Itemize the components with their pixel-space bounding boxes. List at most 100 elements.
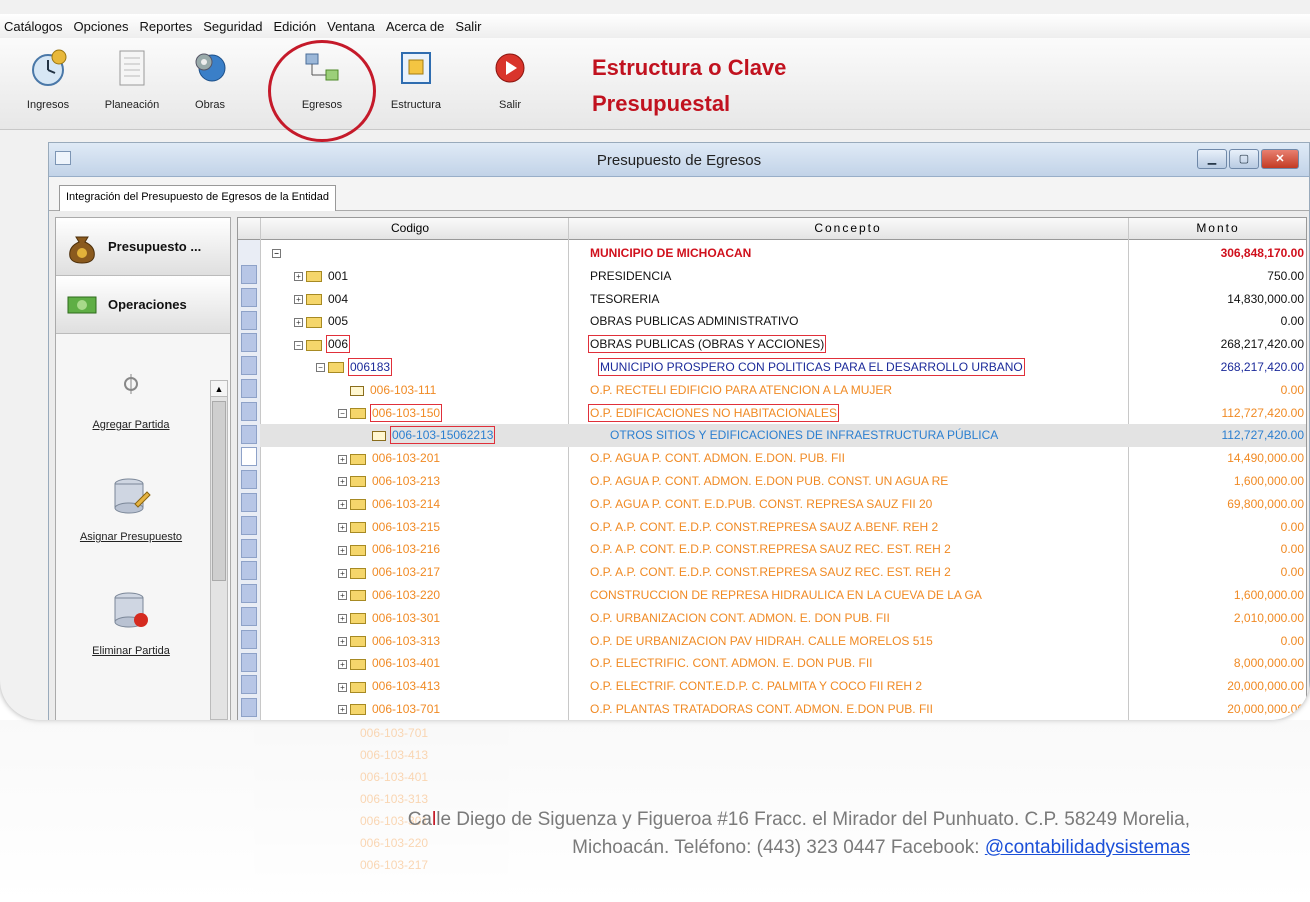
tree-row[interactable]: +006-103-216 O.P. A.P. CONT. E.D.P. CONST… [260,538,1306,561]
nav-presupuesto[interactable]: Presupuesto ... [56,218,230,276]
row-selector[interactable] [241,675,257,695]
tree-row[interactable]: +006-103-201 O.P. AGUA P. CONT. ADMON. E.… [260,447,1306,470]
menu-acerca-de[interactable]: Acerca de [386,19,445,34]
row-selector[interactable] [241,424,257,444]
collapse-icon[interactable]: − [338,408,347,418]
row-amount: 1,600,000.00 [1233,588,1304,602]
expand-icon[interactable]: + [338,659,347,669]
menu-ventana[interactable]: Ventana [327,19,375,34]
tree-row[interactable]: − 006 OBRAS PUBLICAS (OBRAS Y ACCIONES) 268… [260,333,1306,356]
agregar-partida-action[interactable]: Agregar Partida [56,362,206,431]
expand-icon[interactable]: + [338,522,347,532]
tree-row[interactable]: +005 OBRAS PUBLICAS ADMINISTRATIVO 0.00 [260,310,1306,333]
tree-row[interactable]: +006-103-701 O.P. PLANTAS TRATADORAS CONT… [260,698,1306,720]
salir-button[interactable]: Salir [470,48,550,111]
row-selector[interactable] [241,515,257,535]
expand-icon[interactable]: + [338,500,347,510]
estructura-button[interactable]: Estructura [376,48,456,111]
row-selector[interactable] [241,607,257,626]
row-selector[interactable] [241,401,257,421]
row-selector[interactable] [241,584,257,604]
obras-button[interactable]: Obras [170,48,250,111]
expand-icon[interactable]: + [338,682,347,692]
tree-row[interactable]: +006-103-215 O.P. A.P. CONT. E.D.P. CONST… [260,516,1306,539]
menu-edicion[interactable]: Edición [274,19,317,34]
row-code: 006-103-214 [372,496,441,511]
row-selector[interactable] [241,470,257,490]
tree-row[interactable]: − 006183 MUNICIPIO PROSPERO CON POLITICAS … [260,356,1306,379]
menu-seguridad[interactable]: Seguridad [203,19,262,34]
ingresos-button[interactable]: Ingresos [8,48,88,111]
row-selector[interactable] [241,652,257,672]
tree-row[interactable]: +006-103-214 O.P. AGUA P. CONT. E.D.PUB. … [260,493,1306,516]
row-selector[interactable] [241,538,257,558]
folder-icon [350,407,366,419]
tab-integracion[interactable]: Integración del Presupuesto de Egresos d… [59,185,336,211]
folder-icon [350,499,366,511]
tree-row[interactable]: +006-103-220 CONSTRUCCION DE REPRESA HIDR… [260,584,1306,607]
expand-icon[interactable]: + [338,454,347,464]
expand-icon[interactable]: + [338,545,347,555]
tree-row[interactable]: +006-103-111 O.P. RECTELI EDIFICIO PARA A… [260,379,1306,402]
col-header-monto[interactable]: Monto [1128,221,1306,235]
tree-row[interactable]: +006-103-313 O.P. DE URBANIZACION PAV HID… [260,630,1306,653]
row-code-cell: +006-103-213 [338,474,440,488]
row-selector[interactable] [241,698,257,718]
maximize-button[interactable]: ▢ [1229,149,1259,169]
row-code: 006-103-220 [372,588,441,602]
menu-reportes[interactable]: Reportes [139,19,192,34]
row-selector[interactable] [241,310,257,330]
row-selector[interactable] [241,287,257,307]
row-selector[interactable] [241,379,257,398]
col-header-concepto[interactable]: Concepto [568,221,1128,235]
nav-scrollbar[interactable]: ▲ [210,380,228,720]
asignar-presupuesto-action[interactable]: Asignar Presupuesto [56,474,206,543]
collapse-icon[interactable]: − [294,340,303,350]
tree-row[interactable]: +006-103-413 O.P. ELECTRIF. CONT.E.D.P. C… [260,675,1306,698]
row-selector[interactable] [241,493,257,512]
tree-row[interactable]: +006-103-15062213 OTROS SITIOS Y EDIFICAC… [260,424,1306,448]
expand-icon[interactable]: + [338,477,347,487]
row-amount: 69,800,000.00 [1227,496,1304,511]
planeacion-button[interactable]: Planeación [92,48,172,111]
collapse-icon[interactable]: − [272,249,281,259]
tree-row[interactable]: +004 TESORERIA 14,830,000.00 [260,288,1306,311]
row-selector[interactable] [241,356,257,376]
row-code-cell: +006-103-701 [338,702,440,716]
eliminar-partida-action[interactable]: Eliminar Partida [56,588,206,657]
tree-row[interactable]: +006-103-301 O.P. URBANIZACION CONT. ADMO… [260,607,1306,630]
tree-row[interactable]: − MUNICIPIO DE MICHOACAN 306,848,170.00 [260,242,1306,265]
row-selector[interactable] [241,561,257,581]
scroll-thumb[interactable] [212,401,226,581]
row-concept: O.P. EDIFICACIONES NO HABITACIONALES [588,403,839,422]
expand-icon[interactable]: + [294,317,303,327]
row-selector[interactable] [241,333,257,353]
expand-icon[interactable]: + [338,705,347,715]
row-selector[interactable] [241,629,257,649]
col-header-codigo[interactable]: Codigo [260,221,560,235]
menu-opciones[interactable]: Opciones [74,19,129,34]
tree-row[interactable]: − 006-103-150 O.P. EDIFICACIONES NO HABITA… [260,402,1306,425]
row-selector[interactable] [241,447,257,467]
expand-icon[interactable]: + [338,591,347,601]
tree-row[interactable]: +006-103-217 O.P. A.P. CONT. E.D.P. CONST… [260,561,1306,584]
scroll-up-arrow-icon[interactable]: ▲ [211,381,227,397]
folder-icon [306,339,322,351]
tree-row[interactable]: +006-103-401 O.P. ELECTRIFIC. CONT. ADMON… [260,652,1306,675]
expand-icon[interactable]: + [294,294,303,304]
close-button[interactable]: ✕ [1261,149,1299,169]
expand-icon[interactable]: + [294,272,303,282]
facebook-link[interactable]: @contabilidadysistemas [985,837,1190,858]
row-selector[interactable] [241,265,257,284]
menu-salir[interactable]: Salir [455,19,481,34]
tree-row[interactable]: +006-103-213 O.P. AGUA P. CONT. ADMON. E.… [260,470,1306,493]
expand-icon[interactable]: + [338,614,347,624]
menu-catalogos[interactable]: Catálogos [4,19,63,34]
expand-icon[interactable]: + [338,568,347,578]
nav-operaciones[interactable]: Operaciones [56,276,230,334]
minimize-button[interactable]: ▁ [1197,149,1227,169]
tree-row[interactable]: +001 PRESIDENCIA 750.00 [260,265,1306,288]
collapse-icon[interactable]: − [316,363,325,373]
expand-icon[interactable]: + [338,636,347,646]
nav-presupuesto-label: Presupuesto ... [108,239,202,254]
